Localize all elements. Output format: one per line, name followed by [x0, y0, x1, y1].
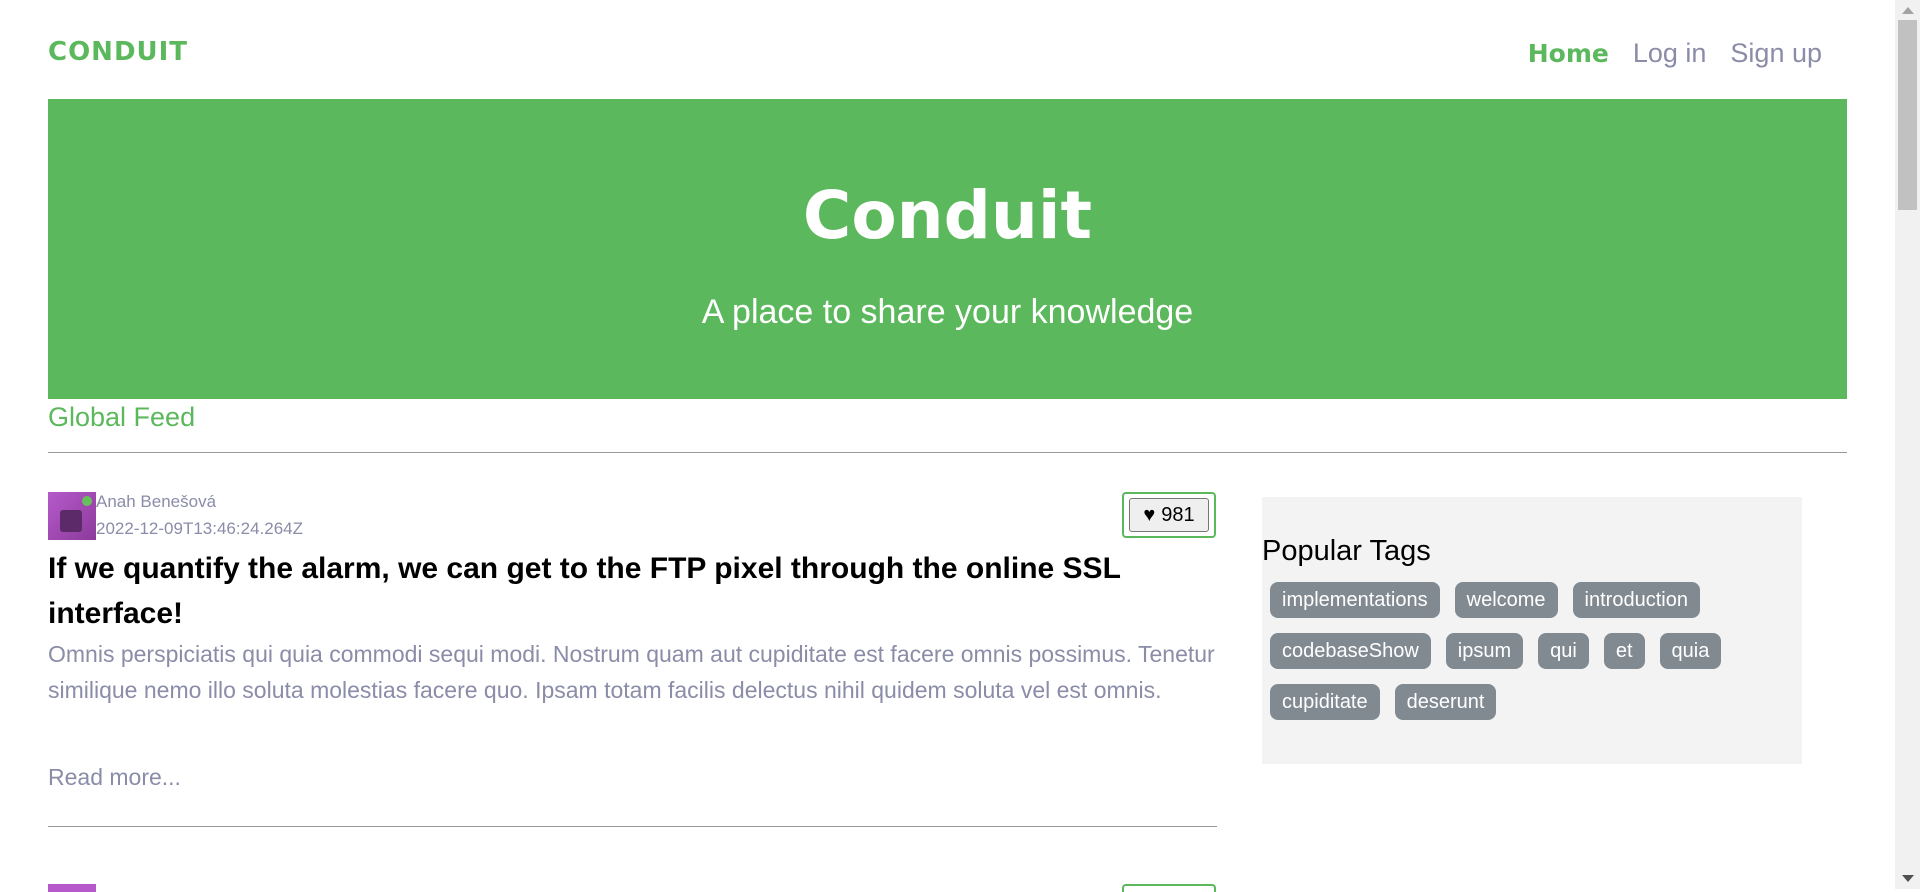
- online-indicator: [82, 496, 92, 506]
- avatar-image: [60, 510, 82, 532]
- tag-pill[interactable]: implementations: [1270, 582, 1440, 618]
- tag-pill[interactable]: codebaseShow: [1270, 633, 1431, 669]
- tag-pill[interactable]: introduction: [1572, 582, 1700, 618]
- favorite-button-wrapper: ♥ 981: [1122, 492, 1216, 538]
- scroll-down-arrow-icon[interactable]: [1902, 875, 1914, 882]
- author-name-link[interactable]: Anah Benešová: [96, 492, 216, 512]
- next-article-avatar[interactable]: [48, 884, 96, 892]
- tab-global-feed[interactable]: Global Feed: [48, 402, 195, 433]
- brand-logo[interactable]: CONDUIT: [48, 37, 188, 67]
- page: CONDUIT Home Log in Sign up Conduit A pl…: [0, 0, 1895, 892]
- tag-pill[interactable]: et: [1603, 633, 1645, 669]
- article-divider: [48, 826, 1217, 827]
- heart-icon: ♥: [1143, 503, 1156, 526]
- article-title[interactable]: If we quantify the alarm, we can get to …: [48, 546, 1217, 636]
- tag-pill[interactable]: quia: [1659, 633, 1722, 669]
- tag-list: implementations welcome introduction cod…: [1270, 582, 1790, 720]
- nav-signup-link[interactable]: Sign up: [1730, 38, 1822, 69]
- top-nav: Home Log in Sign up: [1528, 38, 1822, 69]
- tag-pill[interactable]: qui: [1538, 633, 1589, 669]
- banner-subtitle: A place to share your knowledge: [701, 293, 1194, 331]
- scrollbar-thumb[interactable]: [1898, 20, 1917, 210]
- article-description: Omnis perspiciatis qui quia commodi sequ…: [48, 641, 1215, 703]
- hero-banner: Conduit A place to share your knowledge: [48, 99, 1847, 399]
- sidebar-title: Popular Tags: [1262, 535, 1431, 567]
- tag-pill[interactable]: welcome: [1454, 582, 1558, 618]
- article-date: 2022-12-09T13:46:24.264Z: [96, 519, 303, 538]
- tag-pill[interactable]: cupiditate: [1270, 684, 1380, 720]
- next-favorite-button[interactable]: [1122, 884, 1216, 892]
- scroll-up-arrow-icon[interactable]: [1902, 7, 1914, 14]
- author-avatar[interactable]: [48, 492, 96, 540]
- banner-title: Conduit: [802, 177, 1093, 254]
- nav-home-link[interactable]: Home: [1528, 39, 1609, 68]
- favorite-count: 981: [1161, 503, 1195, 526]
- tag-pill[interactable]: ipsum: [1445, 633, 1524, 669]
- popular-tags-sidebar: Popular Tags implementations welcome int…: [1262, 497, 1802, 764]
- tag-pill[interactable]: deserunt: [1394, 684, 1497, 720]
- read-more-link[interactable]: Read more...: [48, 764, 181, 791]
- nav-login-link[interactable]: Log in: [1633, 38, 1707, 69]
- feed-divider: [48, 452, 1847, 453]
- favorite-button[interactable]: ♥ 981: [1129, 498, 1209, 532]
- vertical-scrollbar[interactable]: [1895, 0, 1920, 889]
